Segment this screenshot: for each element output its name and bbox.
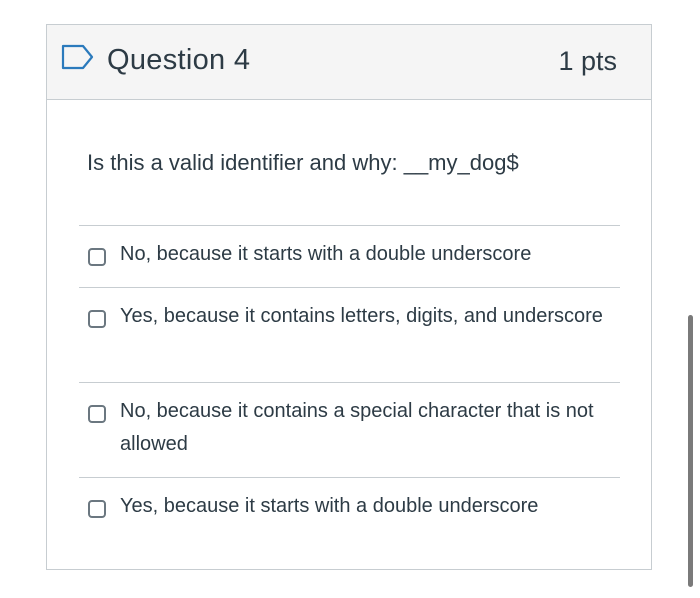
answer-option[interactable]: No, because it starts with a double unde… [79,225,620,287]
question-points: 1 pts [558,46,617,76]
question-header: Question 4 1 pts [47,25,651,100]
question-title: Question 4 [107,44,251,76]
question-text: Is this a valid identifier and why: __my… [87,150,519,175]
answer-label: No, because it contains a special charac… [120,400,594,455]
answer-checkbox[interactable] [88,310,106,328]
answer-checkbox[interactable] [88,405,106,423]
flag-icon[interactable] [61,43,95,71]
answer-checkbox[interactable] [88,248,106,266]
answer-list: No, because it starts with a double unde… [79,225,620,539]
answer-label: Yes, because it contains letters, digits… [120,305,603,327]
question-card: Question 4 1 pts Is this a valid identif… [46,24,652,570]
answer-label: No, because it starts with a double unde… [120,243,532,265]
answer-option[interactable]: No, because it contains a special charac… [79,382,620,477]
answer-checkbox[interactable] [88,500,106,518]
scrollbar[interactable] [688,315,693,587]
answer-option[interactable]: Yes, because it contains letters, digits… [79,287,620,382]
answer-label: Yes, because it starts with a double und… [120,495,539,517]
answer-option[interactable]: Yes, because it starts with a double und… [79,477,620,539]
